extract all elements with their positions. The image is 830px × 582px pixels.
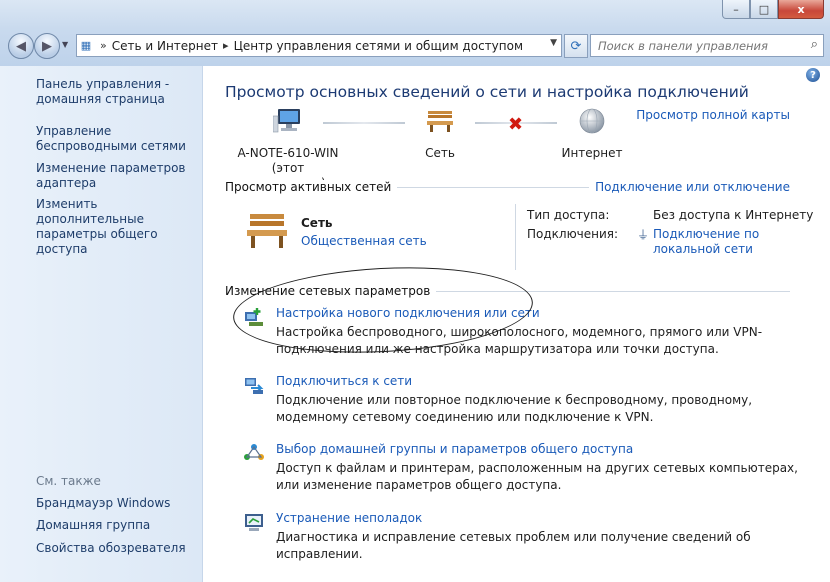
navigation-row: ◀ ▶ ▼ ▦ » Сеть и Интернет ▸ Центр управл…	[8, 32, 824, 59]
main-content: ? Просмотр основных сведений о сети и на…	[203, 66, 830, 582]
sidebar-item-internet-options[interactable]: Свойства обозревателя	[36, 541, 200, 556]
search-box[interactable]: ⌕	[590, 34, 824, 57]
breadcrumb-network-internet[interactable]: Сеть и Интернет	[112, 39, 218, 53]
connections-label: Подключения:	[527, 227, 619, 241]
forward-button[interactable]: ▶	[34, 33, 60, 59]
bench-network-icon	[247, 214, 287, 248]
arrow-left-icon: ◀	[16, 38, 26, 54]
address-bar[interactable]: ▦ » Сеть и Интернет ▸ Центр управления с…	[76, 34, 562, 57]
sidebar-item-sharing[interactable]: Изменить дополнительные параметры общего…	[36, 197, 200, 257]
network-type-link[interactable]: Общественная сеть	[301, 234, 427, 248]
task-connect: Подключиться к сети Подключение или повт…	[243, 374, 823, 424]
task-connect-desc: Подключение или повторное подключение к …	[276, 393, 753, 424]
page-title: Просмотр основных сведений о сети и наст…	[225, 83, 749, 101]
sidebar-item-adapter[interactable]: Изменение параметров адаптера	[36, 161, 200, 191]
refresh-button[interactable]: ⟳	[564, 34, 588, 58]
help-button[interactable]: ?	[806, 68, 820, 82]
connections-value-link[interactable]: Подключение по локальной сети	[653, 227, 773, 257]
access-type-value: Без доступа к Интернету	[653, 208, 814, 222]
connect-network-icon	[245, 378, 264, 394]
map-node-internet[interactable]: Интернет	[537, 108, 647, 161]
sidebar-item-firewall[interactable]: Брандмауэр Windows	[36, 496, 200, 511]
caption-buttons: – □ x	[722, 0, 824, 19]
arrow-right-icon: ▶	[42, 38, 52, 54]
network-map: ✖ A-NOTE-610-WIN (этот компьютер)	[237, 108, 623, 190]
computer-icon	[272, 109, 300, 133]
search-icon[interactable]: ⌕	[811, 37, 818, 52]
close-button[interactable]: x	[778, 0, 824, 19]
homegroup-icon	[244, 444, 264, 460]
address-dropdown-icon[interactable]: ▼	[550, 38, 557, 48]
globe-icon	[579, 108, 605, 134]
access-type-label: Тип доступа:	[527, 208, 610, 222]
active-network-name: Сеть	[301, 216, 333, 230]
sidebar-item-home[interactable]: Панель управления - домашняя страница	[36, 77, 200, 107]
computer-name: A-NOTE-610-WIN	[237, 146, 339, 160]
internet-label: Интернет	[561, 146, 623, 160]
task-troubleshoot-desc: Диагностика и исправление сетевых пробле…	[276, 530, 751, 561]
breadcrumb-separator[interactable]: ▸	[223, 39, 229, 52]
full-map-link[interactable]: Просмотр полной карты	[636, 108, 790, 122]
maximize-button[interactable]: □	[750, 0, 778, 19]
task-connect-link[interactable]: Подключиться к сети	[276, 374, 412, 388]
network-center-window: – □ x ◀ ▶ ▼ ▦ » Сеть и Интернет ▸ Центр …	[0, 0, 830, 582]
map-node-computer[interactable]: A-NOTE-610-WIN (этот компьютер)	[233, 108, 343, 191]
network-label: Сеть	[425, 146, 455, 160]
task-homegroup-link[interactable]: Выбор домашней группы и параметров общег…	[276, 442, 633, 456]
sidebar-item-homegroup[interactable]: Домашняя группа	[36, 518, 200, 533]
back-button[interactable]: ◀	[8, 33, 34, 59]
connect-disconnect-link[interactable]: Подключение или отключение	[589, 180, 790, 194]
map-node-network[interactable]: Сеть	[385, 108, 495, 161]
task-troubleshoot-link[interactable]: Устранение неполадок	[276, 511, 422, 525]
vertical-divider	[515, 204, 516, 270]
sidebar: Панель управления - домашняя страница Уп…	[0, 66, 203, 582]
troubleshoot-icon	[245, 514, 263, 531]
breadcrumb-network-center[interactable]: Центр управления сетями и общим доступом	[234, 39, 523, 53]
plug-icon: ⏚	[637, 228, 650, 242]
see-also-title: См. также	[36, 474, 101, 488]
refresh-icon: ⟳	[570, 38, 582, 54]
task-homegroup: Выбор домашней группы и параметров общег…	[243, 442, 823, 492]
minimize-button[interactable]: –	[722, 0, 750, 19]
address-overflow[interactable]: »	[100, 39, 107, 52]
title-bar: – □ x ◀ ▶ ▼ ▦ » Сеть и Интернет ▸ Центр …	[0, 0, 830, 73]
sidebar-item-wireless[interactable]: Управление беспроводными сетями	[36, 124, 200, 154]
active-networks-title: Просмотр активных сетей	[225, 180, 398, 194]
task-homegroup-desc: Доступ к файлам и принтерам, расположенн…	[276, 461, 798, 492]
search-input[interactable]	[596, 37, 800, 54]
control-panel-icon: ▦	[80, 39, 92, 52]
task-troubleshoot: Устранение неполадок Диагностика и испра…	[243, 511, 823, 561]
recent-pages-dropdown[interactable]: ▼	[62, 40, 68, 49]
bench-icon	[427, 111, 453, 132]
no-internet-icon: ✖	[508, 114, 524, 135]
